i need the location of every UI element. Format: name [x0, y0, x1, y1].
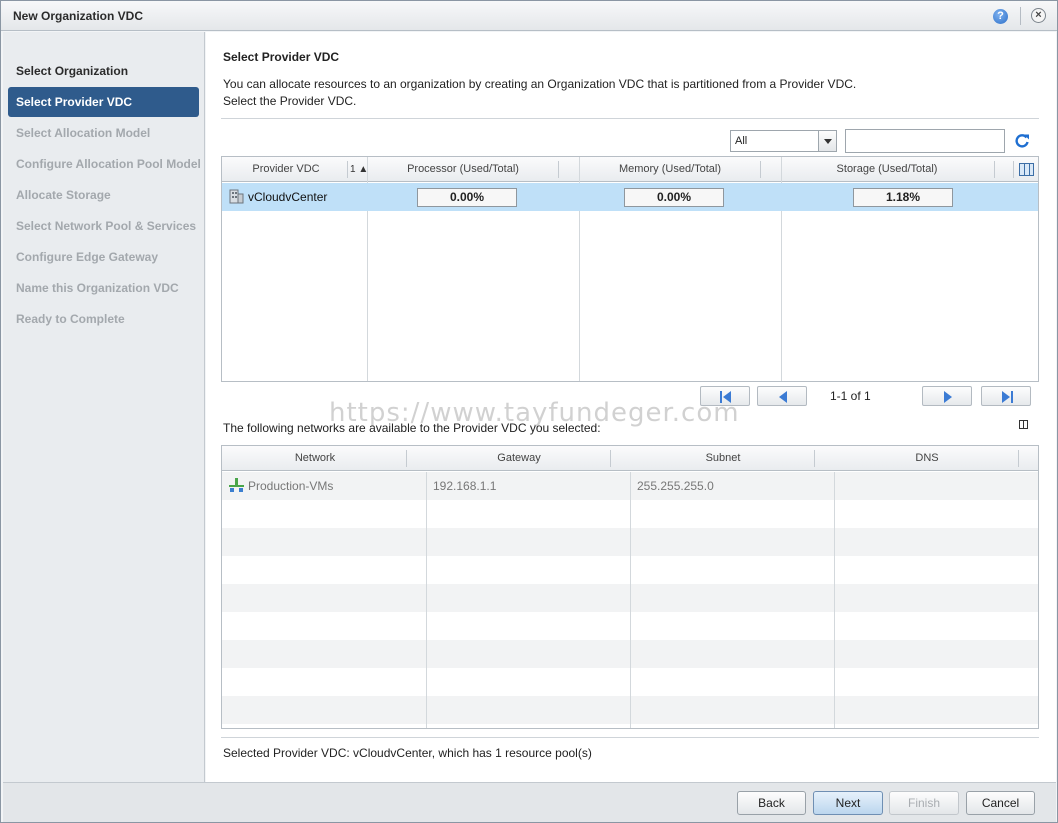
nav-item-select-provider-vdc[interactable]: Select Provider VDC: [8, 87, 199, 117]
finish-button: Finish: [889, 791, 959, 815]
col-header-network[interactable]: Network: [222, 446, 408, 471]
provider-vdc-grid: Provider VDC 1 ▲ Processor (Used/Total) …: [221, 156, 1039, 382]
network-icon: [229, 478, 244, 492]
description-line-2: Select the Provider VDC.: [223, 94, 357, 108]
nav-item-name-org-vdc: Name this Organization VDC: [16, 281, 179, 295]
provider-vdc-name: vCloudvCenter: [248, 190, 328, 204]
page-description: You can allocate resources to an organiz…: [223, 76, 856, 110]
cancel-button[interactable]: Cancel: [966, 791, 1035, 815]
chevron-down-icon[interactable]: [818, 131, 836, 151]
network-name: Production-VMs: [248, 479, 334, 493]
nav-item-allocate-storage: Allocate Storage: [16, 188, 111, 202]
next-page-icon: [944, 391, 952, 403]
help-icon[interactable]: ?: [993, 9, 1008, 24]
filter-dropdown[interactable]: All: [730, 130, 837, 152]
nav-item-configure-allocation-pool-model: Configure Allocation Pool Model: [16, 157, 201, 171]
sort-ascending-icon[interactable]: 1 ▲: [350, 157, 368, 182]
last-page-icon: [1002, 391, 1013, 403]
next-button[interactable]: Next: [813, 791, 883, 815]
wizard-steps-nav: Select Organization Select Provider VDC …: [3, 32, 205, 782]
previous-page-button[interactable]: [757, 386, 807, 406]
filter-dropdown-value: All: [735, 135, 748, 147]
header-separator: [994, 161, 995, 178]
header-separator: [760, 161, 761, 178]
pager-status: 1-1 of 1: [830, 389, 871, 403]
close-icon[interactable]: ×: [1031, 8, 1046, 23]
nav-item-select-organization[interactable]: Select Organization: [8, 56, 199, 86]
back-button[interactable]: Back: [737, 791, 806, 815]
window-title: New Organization VDC: [13, 9, 144, 23]
col-header-subnet[interactable]: Subnet: [631, 446, 815, 471]
header-separator: [814, 450, 815, 467]
network-gateway: 192.168.1.1: [433, 479, 497, 493]
networks-grid: Network Gateway Subnet DNS Production-VM…: [221, 445, 1039, 729]
networks-grid-header: Network Gateway Subnet DNS: [222, 446, 1038, 471]
dialog-footer: Back Next Finish Cancel: [3, 782, 1056, 822]
header-separator: [406, 450, 407, 467]
header-separator: [610, 450, 611, 467]
last-page-button[interactable]: [981, 386, 1031, 406]
column-divider: [630, 472, 631, 728]
table-row[interactable]: vCloudvCenter 0.00% 0.00% 1.18%: [222, 183, 1038, 211]
col-header-provider-vdc[interactable]: Provider VDC: [222, 157, 350, 182]
processor-usage-bar: 0.00%: [417, 188, 517, 207]
provider-vdc-icon: [229, 189, 244, 204]
next-page-button[interactable]: [922, 386, 972, 406]
header-separator: [347, 161, 348, 178]
search-input[interactable]: [845, 129, 1005, 153]
nav-item-configure-edge-gateway: Configure Edge Gateway: [16, 250, 159, 264]
new-org-vdc-dialog: New Organization VDC ? × Select Organiza…: [0, 0, 1058, 823]
title-bar: New Organization VDC ? ×: [1, 1, 1057, 31]
previous-page-icon: [779, 391, 787, 403]
col-header-dns[interactable]: DNS: [835, 446, 1019, 471]
networks-description: The following networks are available to …: [223, 421, 601, 435]
network-subnet: 255.255.255.0: [637, 479, 714, 493]
nav-item-ready-to-complete: Ready to Complete: [16, 312, 125, 326]
refresh-icon[interactable]: [1014, 133, 1030, 149]
main-panel: Select Provider VDC You can allocate res…: [206, 32, 1056, 782]
header-separator: [558, 161, 559, 178]
col-header-gateway[interactable]: Gateway: [427, 446, 611, 471]
column-divider: [834, 472, 835, 728]
divider: [221, 118, 1039, 119]
col-header-memory[interactable]: Memory (Used/Total): [580, 157, 760, 182]
nav-item-select-network-pool: Select Network Pool & Services: [16, 219, 197, 233]
divider: [221, 737, 1039, 738]
nav-item-select-allocation-model: Select Allocation Model: [16, 126, 151, 140]
col-header-storage[interactable]: Storage (Used/Total): [782, 157, 992, 182]
storage-usage-bar: 1.18%: [853, 188, 953, 207]
selection-status: Selected Provider VDC: vCloudvCenter, wh…: [223, 746, 592, 760]
column-chooser-icon[interactable]: [1019, 163, 1034, 176]
title-separator: [1020, 7, 1021, 25]
header-separator: [1018, 450, 1019, 467]
description-line-1: You can allocate resources to an organiz…: [223, 77, 857, 91]
col-header-processor[interactable]: Processor (Used/Total): [368, 157, 558, 182]
column-divider: [426, 472, 427, 728]
header-separator: [1013, 161, 1014, 178]
page-title: Select Provider VDC: [223, 50, 340, 64]
memory-usage-bar: 0.00%: [624, 188, 724, 207]
column-chooser-icon[interactable]: [1019, 420, 1028, 429]
provider-grid-header: Provider VDC 1 ▲ Processor (Used/Total) …: [222, 157, 1038, 182]
